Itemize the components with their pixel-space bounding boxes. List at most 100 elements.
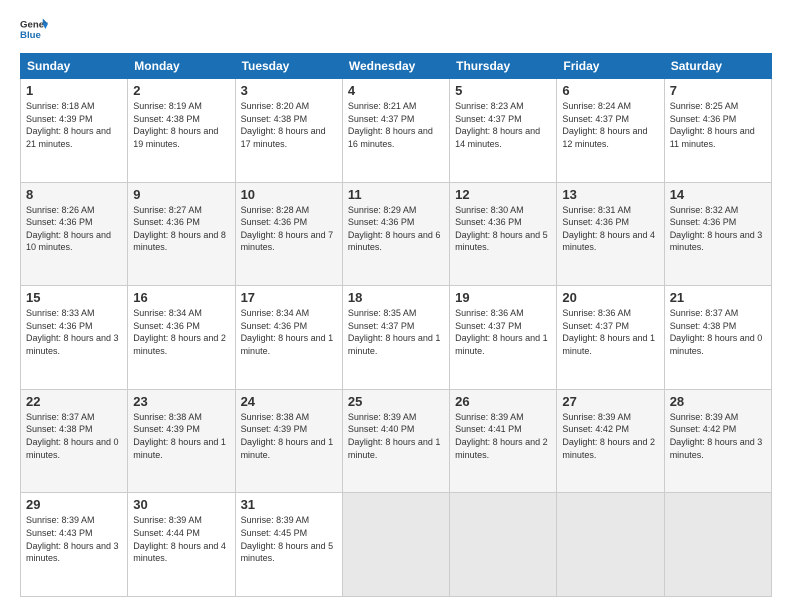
col-header-monday: Monday	[128, 54, 235, 79]
page: General Blue SundayMondayTuesdayWednesda…	[0, 0, 792, 612]
day-info: Sunrise: 8:28 AMSunset: 4:36 PMDaylight:…	[241, 204, 337, 254]
day-info: Sunrise: 8:35 AMSunset: 4:37 PMDaylight:…	[348, 307, 444, 357]
day-number: 29	[26, 497, 122, 512]
day-info: Sunrise: 8:34 AMSunset: 4:36 PMDaylight:…	[133, 307, 229, 357]
day-number: 30	[133, 497, 229, 512]
day-info: Sunrise: 8:29 AMSunset: 4:36 PMDaylight:…	[348, 204, 444, 254]
calendar-cell: 28 Sunrise: 8:39 AMSunset: 4:42 PMDayligh…	[664, 389, 771, 493]
calendar-cell: 15 Sunrise: 8:33 AMSunset: 4:36 PMDayligh…	[21, 286, 128, 390]
day-number: 12	[455, 187, 551, 202]
col-header-sunday: Sunday	[21, 54, 128, 79]
day-number: 18	[348, 290, 444, 305]
day-info: Sunrise: 8:38 AMSunset: 4:39 PMDaylight:…	[241, 411, 337, 461]
calendar-cell: 16Sunrise: 8:34 AMSunset: 4:36 PMDayligh…	[128, 286, 235, 390]
day-info: Sunrise: 8:20 AMSunset: 4:38 PMDaylight:…	[241, 100, 337, 150]
day-info: Sunrise: 8:23 AMSunset: 4:37 PMDaylight:…	[455, 100, 551, 150]
calendar-cell: 27 Sunrise: 8:39 AMSunset: 4:42 PMDayligh…	[557, 389, 664, 493]
calendar-cell	[557, 493, 664, 597]
col-header-friday: Friday	[557, 54, 664, 79]
day-number: 22	[26, 394, 122, 409]
day-info: Sunrise: 8:25 AMSunset: 4:36 PMDaylight:…	[670, 100, 766, 150]
day-info: Sunrise: 8:18 AMSunset: 4:39 PMDaylight:…	[26, 100, 122, 150]
day-number: 25	[348, 394, 444, 409]
calendar-cell: 8 Sunrise: 8:26 AMSunset: 4:36 PMDaylight…	[21, 182, 128, 286]
col-header-wednesday: Wednesday	[342, 54, 449, 79]
day-number: 4	[348, 83, 444, 98]
calendar-cell: 25 Sunrise: 8:39 AMSunset: 4:40 PMDayligh…	[342, 389, 449, 493]
calendar-cell: 1Sunrise: 8:18 AMSunset: 4:39 PMDaylight…	[21, 79, 128, 183]
day-info: Sunrise: 8:27 AMSunset: 4:36 PMDaylight:…	[133, 204, 229, 254]
day-info: Sunrise: 8:37 AMSunset: 4:38 PMDaylight:…	[670, 307, 766, 357]
day-number: 15	[26, 290, 122, 305]
calendar-table: SundayMondayTuesdayWednesdayThursdayFrid…	[20, 53, 772, 597]
logo-icon: General Blue	[20, 15, 48, 43]
calendar-cell: 29 Sunrise: 8:39 AMSunset: 4:43 PMDayligh…	[21, 493, 128, 597]
day-info: Sunrise: 8:39 AMSunset: 4:43 PMDaylight:…	[26, 514, 122, 564]
calendar-cell: 3 Sunrise: 8:20 AMSunset: 4:38 PMDaylight…	[235, 79, 342, 183]
day-number: 14	[670, 187, 766, 202]
day-number: 2	[133, 83, 229, 98]
day-info: Sunrise: 8:39 AMSunset: 4:40 PMDaylight:…	[348, 411, 444, 461]
calendar-cell: 12 Sunrise: 8:30 AMSunset: 4:36 PMDayligh…	[450, 182, 557, 286]
calendar-cell: 24 Sunrise: 8:38 AMSunset: 4:39 PMDayligh…	[235, 389, 342, 493]
day-info: Sunrise: 8:39 AMSunset: 4:42 PMDaylight:…	[670, 411, 766, 461]
day-number: 26	[455, 394, 551, 409]
calendar-cell: 23 Sunrise: 8:38 AMSunset: 4:39 PMDayligh…	[128, 389, 235, 493]
day-number: 20	[562, 290, 658, 305]
calendar-cell: 4 Sunrise: 8:21 AMSunset: 4:37 PMDaylight…	[342, 79, 449, 183]
day-number: 23	[133, 394, 229, 409]
calendar-cell: 7 Sunrise: 8:25 AMSunset: 4:36 PMDaylight…	[664, 79, 771, 183]
day-number: 24	[241, 394, 337, 409]
calendar-cell: 10Sunrise: 8:28 AMSunset: 4:36 PMDayligh…	[235, 182, 342, 286]
day-number: 6	[562, 83, 658, 98]
day-info: Sunrise: 8:31 AMSunset: 4:36 PMDaylight:…	[562, 204, 658, 254]
day-info: Sunrise: 8:39 AMSunset: 4:45 PMDaylight:…	[241, 514, 337, 564]
day-number: 7	[670, 83, 766, 98]
calendar-cell: 9 Sunrise: 8:27 AMSunset: 4:36 PMDaylight…	[128, 182, 235, 286]
day-info: Sunrise: 8:39 AMSunset: 4:41 PMDaylight:…	[455, 411, 551, 461]
day-number: 28	[670, 394, 766, 409]
calendar-cell: 11 Sunrise: 8:29 AMSunset: 4:36 PMDayligh…	[342, 182, 449, 286]
day-info: Sunrise: 8:21 AMSunset: 4:37 PMDaylight:…	[348, 100, 444, 150]
day-info: Sunrise: 8:30 AMSunset: 4:36 PMDaylight:…	[455, 204, 551, 254]
calendar-cell: 20 Sunrise: 8:36 AMSunset: 4:37 PMDayligh…	[557, 286, 664, 390]
day-number: 8	[26, 187, 122, 202]
calendar-cell	[450, 493, 557, 597]
day-info: Sunrise: 8:26 AMSunset: 4:36 PMDaylight:…	[26, 204, 122, 254]
day-info: Sunrise: 8:39 AMSunset: 4:42 PMDaylight:…	[562, 411, 658, 461]
calendar-cell: 5Sunrise: 8:23 AMSunset: 4:37 PMDaylight…	[450, 79, 557, 183]
day-number: 21	[670, 290, 766, 305]
day-info: Sunrise: 8:36 AMSunset: 4:37 PMDaylight:…	[455, 307, 551, 357]
calendar-cell: 6 Sunrise: 8:24 AMSunset: 4:37 PMDaylight…	[557, 79, 664, 183]
calendar-cell: 14 Sunrise: 8:32 AMSunset: 4:36 PMDayligh…	[664, 182, 771, 286]
day-number: 3	[241, 83, 337, 98]
calendar-cell: 13 Sunrise: 8:31 AMSunset: 4:36 PMDayligh…	[557, 182, 664, 286]
day-number: 17	[241, 290, 337, 305]
calendar-cell: 18 Sunrise: 8:35 AMSunset: 4:37 PMDayligh…	[342, 286, 449, 390]
calendar-cell: 26 Sunrise: 8:39 AMSunset: 4:41 PMDayligh…	[450, 389, 557, 493]
day-info: Sunrise: 8:39 AMSunset: 4:44 PMDaylight:…	[133, 514, 229, 564]
calendar-cell: 21 Sunrise: 8:37 AMSunset: 4:38 PMDayligh…	[664, 286, 771, 390]
day-number: 27	[562, 394, 658, 409]
calendar-cell	[664, 493, 771, 597]
day-info: Sunrise: 8:37 AMSunset: 4:38 PMDaylight:…	[26, 411, 122, 461]
day-number: 31	[241, 497, 337, 512]
calendar-cell: 22 Sunrise: 8:37 AMSunset: 4:38 PMDayligh…	[21, 389, 128, 493]
day-info: Sunrise: 8:33 AMSunset: 4:36 PMDaylight:…	[26, 307, 122, 357]
day-info: Sunrise: 8:32 AMSunset: 4:36 PMDaylight:…	[670, 204, 766, 254]
day-info: Sunrise: 8:38 AMSunset: 4:39 PMDaylight:…	[133, 411, 229, 461]
calendar-cell: 30 Sunrise: 8:39 AMSunset: 4:44 PMDayligh…	[128, 493, 235, 597]
calendar-cell: 19Sunrise: 8:36 AMSunset: 4:37 PMDayligh…	[450, 286, 557, 390]
day-number: 9	[133, 187, 229, 202]
logo: General Blue	[20, 15, 48, 43]
day-info: Sunrise: 8:36 AMSunset: 4:37 PMDaylight:…	[562, 307, 658, 357]
col-header-thursday: Thursday	[450, 54, 557, 79]
calendar-cell: 31 Sunrise: 8:39 AMSunset: 4:45 PMDayligh…	[235, 493, 342, 597]
day-info: Sunrise: 8:19 AMSunset: 4:38 PMDaylight:…	[133, 100, 229, 150]
day-info: Sunrise: 8:24 AMSunset: 4:37 PMDaylight:…	[562, 100, 658, 150]
day-number: 13	[562, 187, 658, 202]
col-header-tuesday: Tuesday	[235, 54, 342, 79]
header: General Blue	[20, 15, 772, 43]
col-header-saturday: Saturday	[664, 54, 771, 79]
day-number: 11	[348, 187, 444, 202]
